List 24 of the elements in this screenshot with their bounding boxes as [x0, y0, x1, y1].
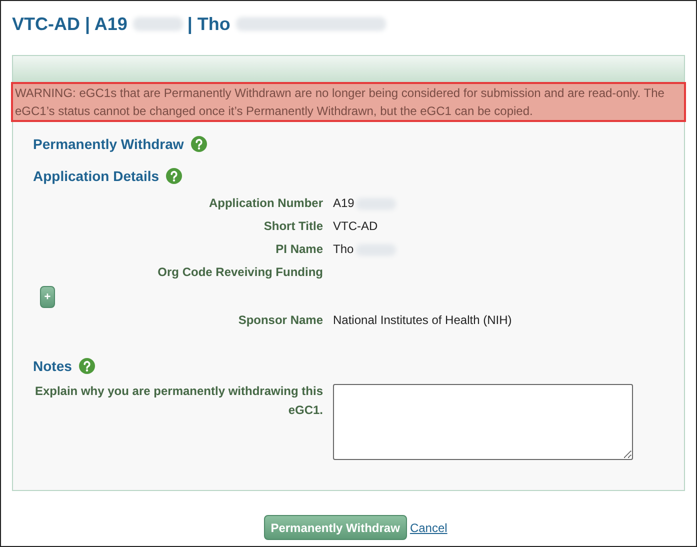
field-label: Org Code Reveiving Funding: [158, 264, 323, 281]
page-title: | Tho: [187, 14, 230, 34]
field-label: Short Title: [264, 218, 323, 235]
add-button[interactable]: +: [40, 286, 55, 308]
field-label: Explain why you are permanently withdrawing this eGC1.: [34, 383, 323, 419]
cancel-link[interactable]: Cancel: [410, 520, 448, 534]
help-icon[interactable]: [166, 168, 182, 184]
section-heading: Notes: [33, 358, 72, 374]
field-value: National Institutes of Health (NIH): [333, 312, 512, 329]
field-label: Application Number: [208, 195, 323, 212]
redacted-blur: [133, 17, 184, 31]
withdraw-button[interactable]: Permanently Withdraw: [264, 515, 407, 540]
field-value: A19: [333, 195, 354, 212]
section-heading: Application Details: [33, 168, 160, 184]
help-icon[interactable]: [78, 358, 95, 374]
warning-message: WARNING: eGC1s that are Permanently Withdrawn are no longer being considered for submission and are read-only. The eGC1’s status cannot be changed once it’s Permanently Withdrawn, but the eGC1 can be copied.: [11, 82, 686, 122]
help-icon[interactable]: [190, 136, 207, 152]
page-title: VTC-AD | A19: [12, 14, 128, 34]
notes-field[interactable]: [333, 384, 633, 460]
field-label: Sponsor Name: [238, 312, 323, 329]
field-value: Tho: [333, 241, 354, 258]
field-label: PI Name: [276, 241, 323, 258]
field-value: VTC-AD: [333, 218, 378, 235]
section-heading: Permanently Withdraw: [33, 136, 184, 152]
